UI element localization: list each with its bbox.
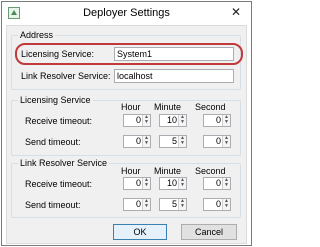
spinner-value: 10 — [166, 178, 177, 188]
spin-down-icon[interactable]: ▼ — [223, 120, 230, 125]
spinner-arrows[interactable]: ▲ ▼ — [222, 199, 230, 210]
minute-column-header: Minute — [154, 102, 182, 112]
spinner-arrows[interactable]: ▲ ▼ — [222, 178, 230, 189]
spinner-arrows[interactable]: ▲ ▼ — [178, 178, 186, 189]
licensing-service-input[interactable]: System1 — [114, 47, 234, 61]
spinner-value: 5 — [171, 136, 177, 146]
dialog-body: Address Licensing Service: System1 Link … — [6, 25, 247, 244]
hour-column-header: Hour — [121, 102, 141, 112]
licensing-service-label: Licensing Service: — [21, 49, 95, 59]
spinner-arrows[interactable]: ▲ ▼ — [222, 136, 230, 147]
spinner-value: 0 — [135, 178, 141, 188]
spin-down-icon[interactable]: ▼ — [223, 204, 230, 209]
spin-down-icon[interactable]: ▼ — [143, 120, 150, 125]
licensing-send-minute-spinner[interactable]: 5 ▲ ▼ — [159, 135, 187, 148]
link-resolver-receive-label: Receive timeout: — [25, 179, 93, 189]
hour-column-header: Hour — [121, 166, 141, 176]
link-resolver-receive-second-spinner[interactable]: 0 ▲ ▼ — [203, 177, 231, 190]
spinner-value: 0 — [215, 199, 221, 209]
second-column-header: Second — [195, 102, 226, 112]
spin-down-icon[interactable]: ▼ — [179, 204, 186, 209]
spinner-value: 0 — [135, 136, 141, 146]
link-resolver-receive-minute-spinner[interactable]: 10 ▲ ▼ — [159, 177, 187, 190]
spinner-value: 0 — [135, 115, 141, 125]
spinner-arrows[interactable]: ▲ ▼ — [178, 199, 186, 210]
licensing-send-label: Send timeout: — [25, 137, 81, 147]
cancel-button[interactable]: Cancel — [181, 224, 237, 240]
licensing-receive-minute-spinner[interactable]: 10 ▲ ▼ — [159, 114, 187, 127]
spin-down-icon[interactable]: ▼ — [143, 183, 150, 188]
spin-down-icon[interactable]: ▼ — [143, 204, 150, 209]
spinner-arrows[interactable]: ▲ ▼ — [142, 136, 150, 147]
link-resolver-send-label: Send timeout: — [25, 200, 81, 210]
link-resolver-label: Link Resolver Service: — [21, 71, 111, 81]
spin-down-icon[interactable]: ▼ — [143, 141, 150, 146]
spinner-value: 0 — [135, 199, 141, 209]
dialog-window: Deployer Settings ✕ Address Licensing Se… — [1, 1, 252, 246]
link-resolver-send-hour-spinner[interactable]: 0 ▲ ▼ — [123, 198, 151, 211]
spin-down-icon[interactable]: ▼ — [179, 183, 186, 188]
spinner-arrows[interactable]: ▲ ▼ — [222, 115, 230, 126]
spinner-arrows[interactable]: ▲ ▼ — [178, 136, 186, 147]
second-column-header: Second — [195, 166, 226, 176]
link-resolver-receive-hour-spinner[interactable]: 0 ▲ ▼ — [123, 177, 151, 190]
address-group-label: Address — [18, 30, 56, 41]
licensing-send-second-spinner[interactable]: 0 ▲ ▼ — [203, 135, 231, 148]
spin-down-icon[interactable]: ▼ — [223, 183, 230, 188]
minute-column-header: Minute — [154, 166, 182, 176]
spinner-arrows[interactable]: ▲ ▼ — [142, 199, 150, 210]
licensing-send-hour-spinner[interactable]: 0 ▲ ▼ — [123, 135, 151, 148]
spin-down-icon[interactable]: ▼ — [223, 141, 230, 146]
spinner-arrows[interactable]: ▲ ▼ — [142, 178, 150, 189]
licensing-receive-second-spinner[interactable]: 0 ▲ ▼ — [203, 114, 231, 127]
spinner-value: 10 — [166, 115, 177, 125]
licensing-receive-label: Receive timeout: — [25, 116, 93, 126]
spinner-value: 0 — [215, 136, 221, 146]
link-resolver-send-second-spinner[interactable]: 0 ▲ ▼ — [203, 198, 231, 211]
link-resolver-send-minute-spinner[interactable]: 5 ▲ ▼ — [159, 198, 187, 211]
spinner-arrows[interactable]: ▲ ▼ — [142, 115, 150, 126]
spinner-value: 0 — [215, 178, 221, 188]
ok-button[interactable]: OK — [113, 224, 167, 240]
link-resolver-input[interactable]: localhost — [114, 69, 234, 83]
spinner-arrows[interactable]: ▲ ▼ — [178, 115, 186, 126]
spin-down-icon[interactable]: ▼ — [179, 141, 186, 146]
spinner-value: 0 — [215, 115, 221, 125]
licensing-receive-hour-spinner[interactable]: 0 ▲ ▼ — [123, 114, 151, 127]
window-title: Deployer Settings — [83, 7, 170, 19]
spin-down-icon[interactable]: ▼ — [179, 120, 186, 125]
title-bar[interactable]: Deployer Settings ✕ — [2, 2, 251, 24]
licensing-group-label: Licensing Service — [18, 95, 93, 106]
close-icon[interactable]: ✕ — [226, 4, 246, 20]
spinner-value: 5 — [171, 199, 177, 209]
link-resolver-group-label: Link Resolver Service — [18, 158, 110, 169]
